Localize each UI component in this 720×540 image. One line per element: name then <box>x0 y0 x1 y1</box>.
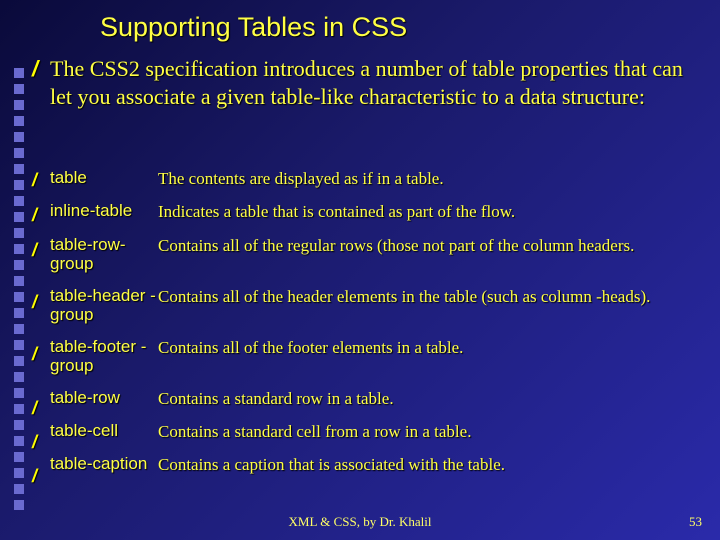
term: table-row-group <box>50 235 158 274</box>
intro-text: The CSS2 specification introduces a numb… <box>50 55 690 110</box>
list-item: table-caption Contains a caption that is… <box>50 454 698 475</box>
term: table-footer -group <box>50 337 158 376</box>
bullet-icon: / <box>32 170 37 191</box>
description: Contains all of the header elements in t… <box>158 286 650 307</box>
bullet-icon: / <box>32 205 37 226</box>
bullet-icon: / <box>32 466 37 487</box>
decorative-squares <box>14 68 24 510</box>
term: table <box>50 168 158 188</box>
list-item: table-footer -group Contains all of the … <box>50 337 698 376</box>
description: Contains a standard cell from a row in a… <box>158 421 471 442</box>
term: table-caption <box>50 454 158 474</box>
definition-list: table The contents are displayed as if i… <box>50 168 698 488</box>
description: Contains all of the footer elements in a… <box>158 337 463 358</box>
slide-title: Supporting Tables in CSS <box>100 12 407 43</box>
page-number: 53 <box>689 514 702 530</box>
term: inline-table <box>50 201 158 221</box>
list-item: table-cell Contains a standard cell from… <box>50 421 698 442</box>
list-item: inline-table Indicates a table that is c… <box>50 201 698 222</box>
term: table-row <box>50 388 158 408</box>
list-item: table-row-group Contains all of the regu… <box>50 235 698 274</box>
description: Indicates a table that is contained as p… <box>158 201 515 222</box>
term: table-cell <box>50 421 158 441</box>
bullet-icon: / <box>32 398 37 419</box>
list-item: table The contents are displayed as if i… <box>50 168 698 189</box>
bullet-icon: / <box>32 240 37 261</box>
description: Contains a standard row in a table. <box>158 388 394 409</box>
bullet-icon: / <box>32 432 37 453</box>
description: Contains all of the regular rows (those … <box>158 235 634 256</box>
list-item: table-row Contains a standard row in a t… <box>50 388 698 409</box>
list-item: table-header -group Contains all of the … <box>50 286 698 325</box>
description: The contents are displayed as if in a ta… <box>158 168 444 189</box>
bullet-icon: / <box>32 344 37 365</box>
description: Contains a caption that is associated wi… <box>158 454 505 475</box>
bullet-icon: / <box>32 292 37 313</box>
bullet-icon: / <box>32 56 38 82</box>
term: table-header -group <box>50 286 158 325</box>
footer-text: XML & CSS, by Dr. Khalil <box>0 514 720 530</box>
